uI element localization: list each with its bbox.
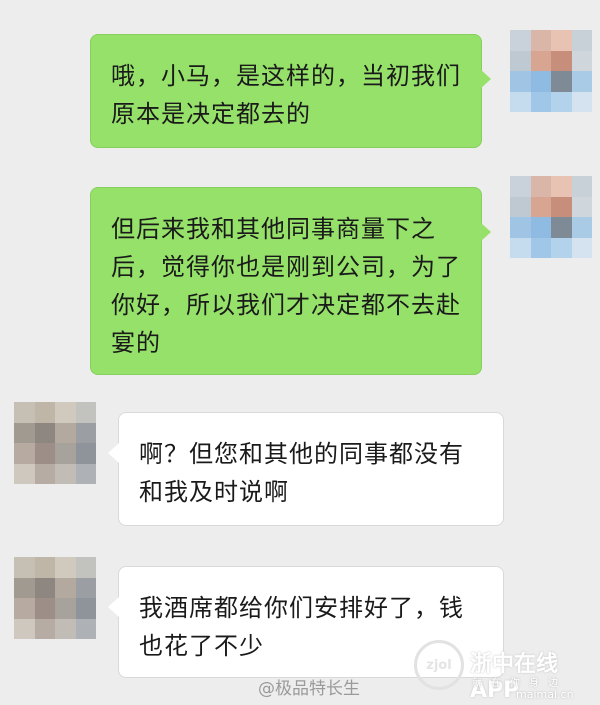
message-bubble[interactable]: 啊？但您和其他的同事都没有和我及时说啊 [108, 412, 504, 526]
app-slogan-watermark: 就在你身边 [472, 678, 567, 689]
weibo-watermark: @极品特长生 [258, 679, 360, 699]
contact-avatar-icon[interactable] [14, 557, 96, 639]
self-avatar-icon[interactable] [510, 30, 592, 112]
message-bubble[interactable]: 哦，小马，是这样的，当初我们原本是决定都去的 [90, 34, 491, 148]
contact-avatar-icon[interactable] [14, 402, 96, 484]
message-bubble[interactable]: 但后来我和其他同事商量下之后，觉得你也是刚到公司，为了你好，所以我们才决定都不去… [90, 187, 491, 375]
domain-watermark: maimai.cn [516, 688, 574, 701]
app-logo-icon: zjol [414, 640, 464, 690]
self-avatar-icon[interactable] [510, 176, 592, 258]
